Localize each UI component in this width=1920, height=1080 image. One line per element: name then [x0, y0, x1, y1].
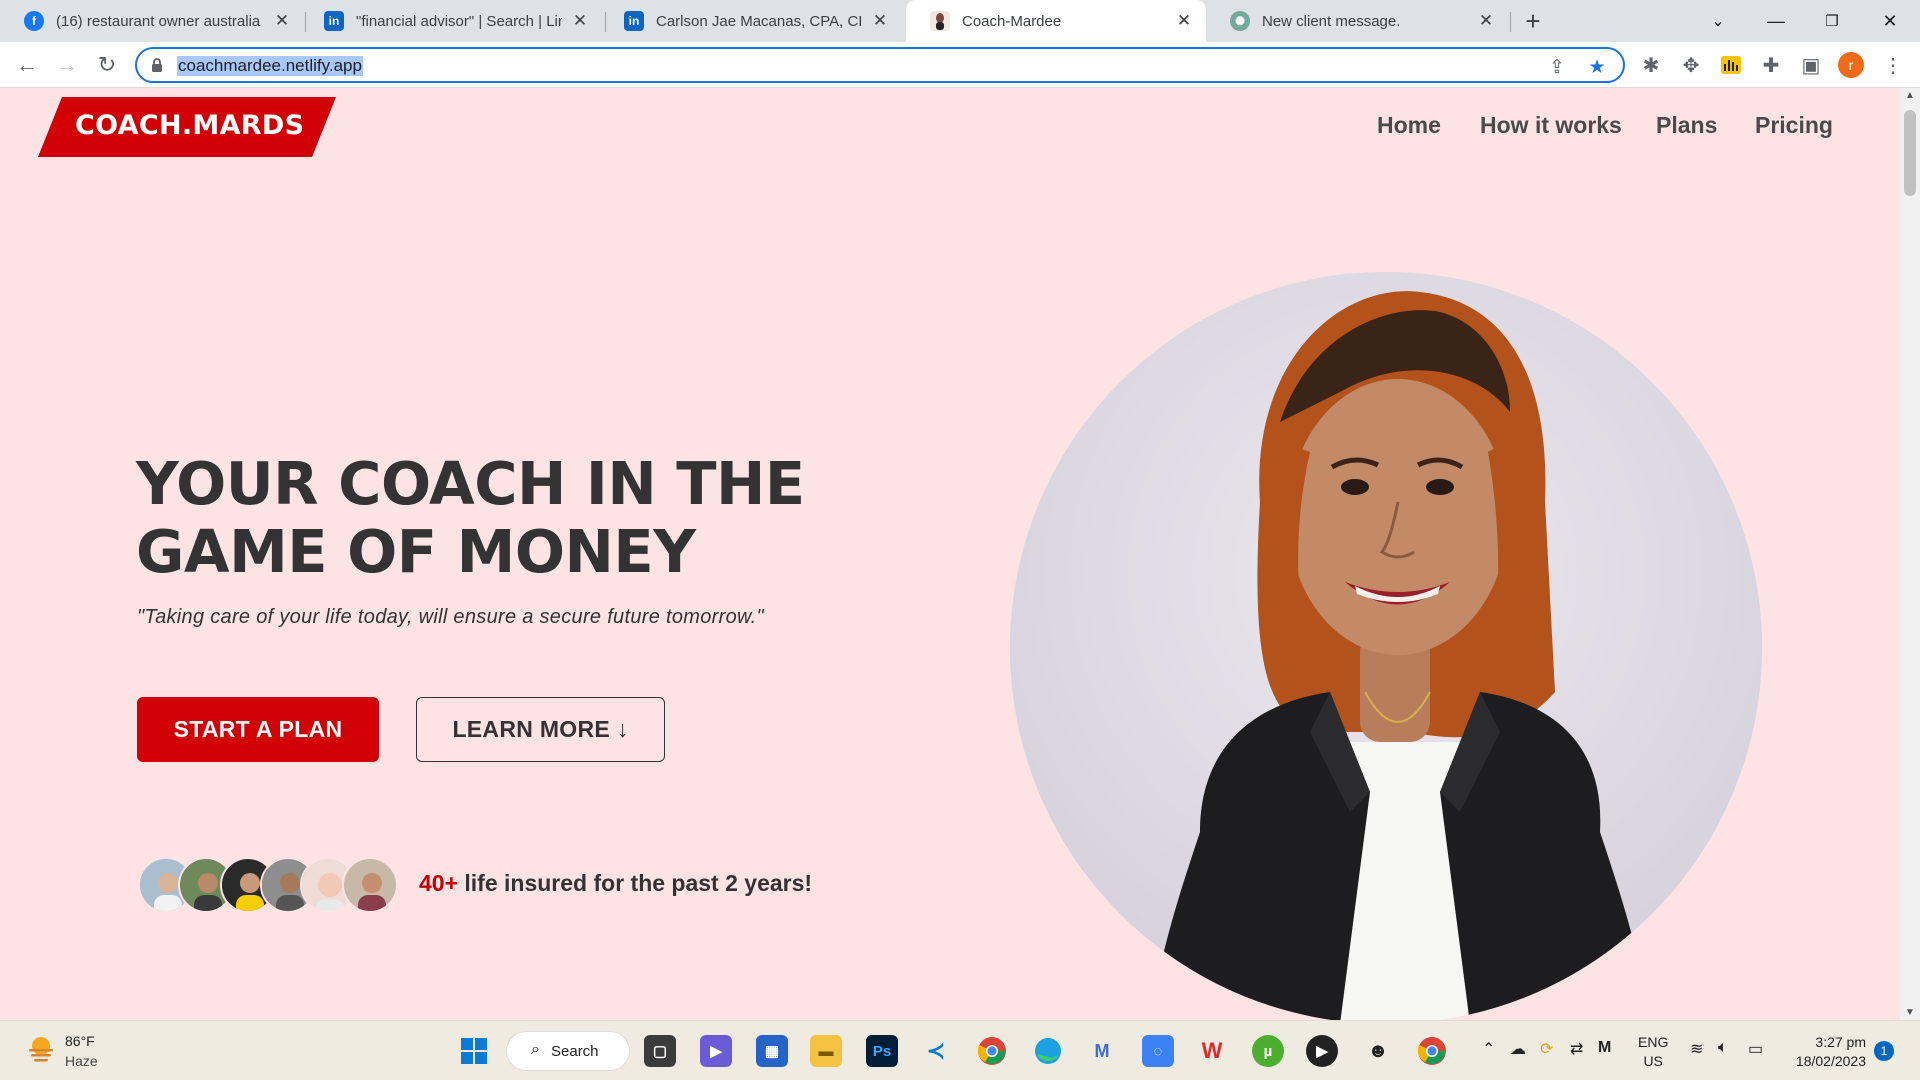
lock-icon — [152, 58, 162, 72]
wifi-icon[interactable]: ≋ — [1690, 1039, 1703, 1059]
browser-toolbar: ← → ↻ coachmardee.netlify.app ⇪ ★ ✱ ✥ ✚ … — [0, 42, 1920, 88]
start-windows-icon[interactable] — [458, 1035, 490, 1067]
system-clock[interactable]: 3:27 pm 18/02/2023 — [1790, 1033, 1866, 1071]
minimize-button[interactable]: — — [1748, 0, 1804, 42]
new-tab-button[interactable]: + — [1518, 6, 1548, 36]
reload-button[interactable]: ↻ — [92, 50, 122, 80]
tab-search-chevron-icon[interactable]: ⌄ — [1690, 0, 1746, 42]
clock-time: 3:27 pm — [1815, 1034, 1866, 1050]
webpage: COACH.MARDS Home How it works Plans Pric… — [0, 88, 1900, 1020]
chrome-icon[interactable] — [976, 1035, 1008, 1067]
coach-avatar-icon — [930, 11, 950, 31]
scroll-down-arrow-icon[interactable]: ▼ — [1900, 1007, 1920, 1018]
move-extension-icon[interactable]: ✥ — [1678, 52, 1704, 78]
tab-linkedin-profile[interactable]: in Carlson Jae Macanas, CPA, CIA | L ✕ — [600, 0, 902, 42]
bug-extension-icon[interactable]: ✱ — [1638, 52, 1664, 78]
tab-new-client-message[interactable]: ✺ New client message. ✕ — [1206, 0, 1508, 42]
nav-how-it-works[interactable]: How it works — [1480, 112, 1622, 139]
clock-date: 18/02/2023 — [1795, 1053, 1866, 1069]
nav-pricing[interactable]: Pricing — [1755, 112, 1833, 139]
gmail-app-icon[interactable]: M — [1086, 1035, 1118, 1067]
photoshop-icon[interactable]: Ps — [866, 1035, 898, 1067]
close-window-button[interactable]: ✕ — [1862, 0, 1918, 42]
headline-line-1: YOUR COACH IN THE — [136, 449, 805, 518]
tab-strip: f (16) restaurant owner australia - ✕ in… — [0, 0, 1920, 42]
weather-temperature[interactable]: 86°F — [65, 1033, 95, 1049]
notification-badge[interactable]: 1 — [1874, 1041, 1894, 1061]
linkedin-icon: in — [624, 11, 644, 31]
client-avatar — [342, 857, 398, 913]
client-avatars — [138, 857, 408, 913]
learn-more-button[interactable]: LEARN MORE ↓ — [416, 697, 665, 762]
site-logo[interactable]: COACH.MARDS — [38, 97, 336, 157]
battery-icon[interactable]: ▭ — [1748, 1039, 1763, 1059]
coach-photo — [1010, 272, 1762, 1020]
share-icon[interactable]: ⇪ — [1545, 55, 1569, 79]
facebook-icon: f — [24, 11, 44, 31]
media-player-icon[interactable]: ▶ — [1306, 1035, 1338, 1067]
coach-portrait — [1010, 272, 1762, 1020]
insured-stat: 40+ life insured for the past 2 years! — [419, 870, 812, 897]
store-icon[interactable]: ▦ — [756, 1035, 788, 1067]
close-tab-icon[interactable]: ✕ — [870, 11, 890, 31]
vscode-icon[interactable]: ≺ — [920, 1035, 952, 1067]
utorrent-icon[interactable]: µ — [1252, 1035, 1284, 1067]
tab-facebook[interactable]: f (16) restaurant owner australia - ✕ — [0, 0, 304, 42]
back-button[interactable]: ← — [12, 50, 42, 80]
scrollbar-thumb[interactable] — [1904, 110, 1916, 196]
messenger-icon[interactable]: ◌ — [1142, 1035, 1174, 1067]
bookmark-star-icon[interactable]: ★ — [1585, 55, 1609, 79]
chrome-canary-icon[interactable] — [1416, 1035, 1448, 1067]
task-view-icon[interactable]: ▢ — [644, 1035, 676, 1067]
insured-count: 40+ — [419, 870, 459, 896]
scroll-up-arrow-icon[interactable]: ▲ — [1900, 90, 1920, 101]
sync-icon[interactable]: ⟳ — [1540, 1039, 1553, 1059]
language-indicator[interactable]: ENG US — [1638, 1033, 1668, 1071]
metrics-extension-icon[interactable] — [1718, 52, 1744, 78]
chatgpt-icon: ✺ — [1230, 11, 1250, 31]
tab-linkedin-search[interactable]: in "financial advisor" | Search | Linke … — [300, 0, 602, 42]
close-tab-icon[interactable]: ✕ — [272, 11, 292, 31]
restore-button[interactable]: ❐ — [1804, 0, 1860, 42]
close-tab-icon[interactable]: ✕ — [1476, 11, 1496, 31]
side-panel-icon[interactable]: ▣ — [1798, 52, 1824, 78]
url-text[interactable]: coachmardee.netlify.app — [177, 56, 363, 76]
headline-line-2: GAME OF MONEY — [136, 517, 696, 586]
wps-office-icon[interactable]: W — [1196, 1035, 1228, 1067]
linkedin-icon: in — [324, 11, 344, 31]
close-tab-icon[interactable]: ✕ — [570, 11, 590, 31]
edge-icon[interactable] — [1032, 1035, 1064, 1067]
start-a-plan-button[interactable]: START A PLAN — [137, 697, 379, 762]
file-explorer-icon[interactable]: ▬ — [810, 1035, 842, 1067]
browser-menu-icon[interactable]: ⋮ — [1880, 52, 1906, 78]
mail-tray-icon[interactable]: M — [1598, 1039, 1611, 1057]
address-bar[interactable]: coachmardee.netlify.app ⇪ ★ — [135, 47, 1625, 83]
hero-headline: YOUR COACH IN THE GAME OF MONEY — [136, 450, 856, 586]
insured-text: life insured for the past 2 years! — [458, 870, 813, 896]
nav-home[interactable]: Home — [1377, 112, 1441, 139]
tab-coach-mardee[interactable]: Coach-Mardee ✕ — [906, 0, 1206, 42]
extensions-puzzle-icon[interactable]: ✚ — [1758, 52, 1784, 78]
taskbar-search[interactable]: ⌕ Search — [506, 1031, 630, 1071]
tray-chevron-up-icon[interactable]: ⌃ — [1482, 1039, 1495, 1059]
onedrive-icon[interactable]: ☁ — [1510, 1039, 1526, 1059]
haze-weather-icon[interactable] — [26, 1034, 56, 1064]
profile-app-icon[interactable]: ☻ — [1362, 1035, 1394, 1067]
nav-plans[interactable]: Plans — [1656, 112, 1717, 139]
weather-description[interactable]: Haze — [65, 1053, 98, 1069]
profile-avatar[interactable]: r — [1838, 52, 1864, 78]
page-scrollbar[interactable]: ▲ ▼ — [1900, 88, 1920, 1020]
forward-button[interactable]: → — [52, 50, 82, 80]
settings-toggle-icon[interactable]: ⇄ — [1570, 1039, 1583, 1059]
volume-icon[interactable]: 🔈︎ — [1718, 1039, 1728, 1057]
close-tab-icon[interactable]: ✕ — [1174, 11, 1194, 31]
teams-chat-icon[interactable]: ▶ — [700, 1035, 732, 1067]
windows-taskbar: 86°F Haze ⌕ Search ▢ ▶ ▦ ▬ Ps ≺ M ◌ W µ … — [0, 1020, 1920, 1080]
search-icon: ⌕ — [531, 1041, 540, 1058]
hero-quote: "Taking care of your life today, will en… — [137, 606, 764, 628]
